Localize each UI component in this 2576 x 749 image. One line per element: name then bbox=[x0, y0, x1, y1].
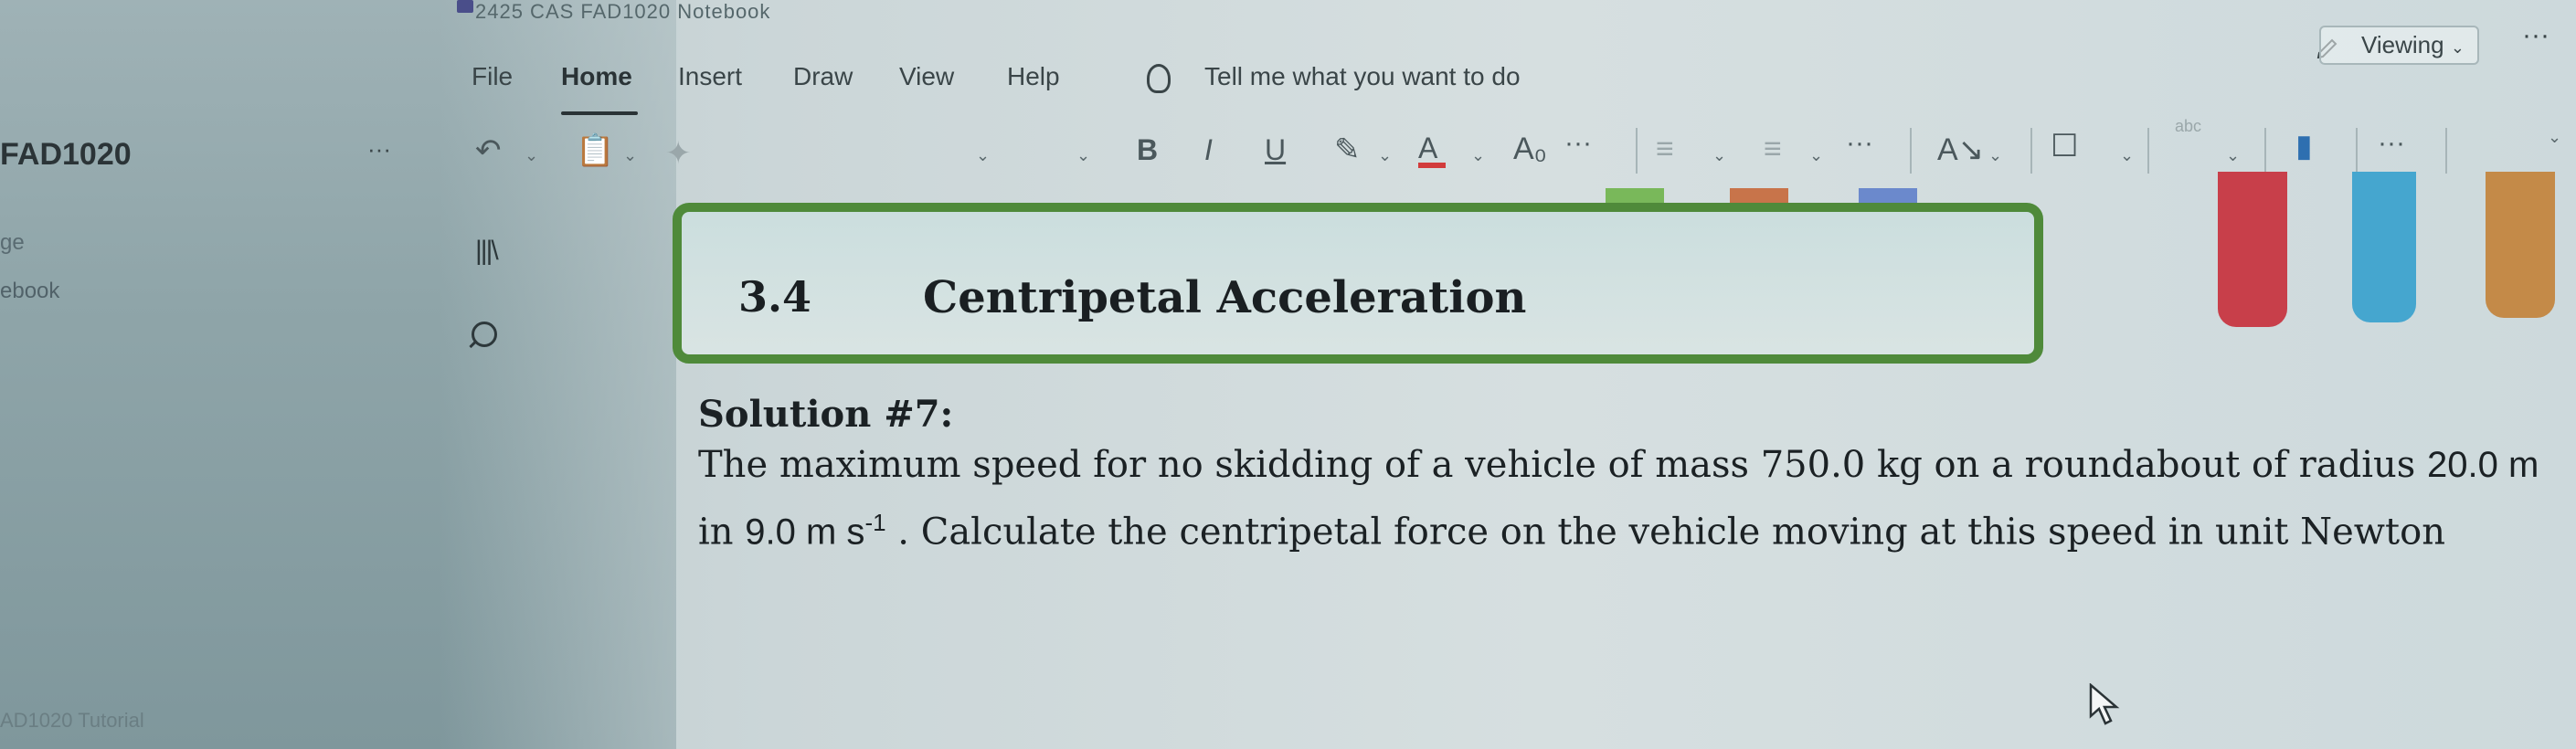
section-title: Centripetal Acceleration bbox=[923, 272, 1527, 323]
onenote-window: 2425 CAS FAD1020 Notebook FAD1020 ··· ge… bbox=[0, 0, 2576, 749]
chevron-down-icon[interactable]: ⌄ bbox=[1378, 146, 1392, 165]
menu-help[interactable]: Help bbox=[1007, 62, 1060, 91]
window-title: 2425 CAS FAD1020 Notebook bbox=[475, 0, 771, 23]
undo-icon[interactable]: ↶ bbox=[475, 132, 502, 169]
page-item[interactable]: AD1020 Tutorial bbox=[0, 709, 144, 733]
format-painter-icon[interactable]: ✦ bbox=[665, 135, 692, 172]
chevron-down-icon[interactable]: ⌄ bbox=[1809, 146, 1823, 165]
problem-text-part1: The maximum speed for no skidding of a v… bbox=[698, 444, 2428, 486]
font-size-dropdown-chevron[interactable]: ⌄ bbox=[1076, 146, 1090, 165]
speed-exponent: -1 bbox=[864, 509, 886, 536]
chevron-down-icon: ⌄ bbox=[2450, 38, 2465, 57]
italic-button[interactable]: I bbox=[1204, 133, 1213, 167]
red-highlighter-pen[interactable] bbox=[2218, 172, 2287, 327]
font-color-icon[interactable]: A bbox=[1418, 132, 1437, 165]
more-options-button[interactable]: ··· bbox=[2522, 20, 2549, 51]
tell-me-search[interactable]: Tell me what you want to do bbox=[1204, 62, 1521, 91]
chevron-down-icon[interactable]: ⌄ bbox=[1712, 146, 1726, 165]
paragraph-more-button[interactable]: ··· bbox=[1846, 128, 1873, 159]
chevron-down-icon[interactable]: ⌄ bbox=[2120, 146, 2134, 165]
active-tab-indicator bbox=[561, 111, 638, 115]
font-color-swatch bbox=[1418, 163, 1446, 168]
dictate-microphone-icon[interactable]: ▮ bbox=[2295, 128, 2313, 164]
solution-heading: Solution #7: bbox=[698, 393, 954, 436]
font-more-button[interactable]: ··· bbox=[1564, 128, 1592, 159]
ribbon-separator bbox=[1636, 128, 1638, 174]
menu-view[interactable]: View bbox=[899, 62, 954, 91]
ribbon-separator bbox=[2445, 128, 2447, 174]
menu-draw[interactable]: Draw bbox=[793, 62, 853, 91]
app-icon bbox=[457, 0, 473, 13]
viewing-mode-button[interactable]: Viewing ⌄ bbox=[2319, 26, 2479, 65]
section-number: 3.4 bbox=[738, 272, 812, 322]
menu-file[interactable]: File bbox=[472, 62, 513, 91]
ribbon-separator bbox=[2030, 128, 2032, 174]
numbering-icon[interactable]: ≡ bbox=[1764, 132, 1782, 167]
lightbulb-icon[interactable] bbox=[1147, 64, 1171, 93]
chevron-down-icon[interactable]: ⌄ bbox=[1471, 146, 1485, 165]
ribbon-separator bbox=[1910, 128, 1912, 174]
radius-value: 20.0 m bbox=[2427, 445, 2539, 485]
orange-highlighter-pen[interactable] bbox=[2486, 172, 2555, 318]
menu-insert[interactable]: Insert bbox=[678, 62, 742, 91]
clear-formatting-icon[interactable]: A₀ bbox=[1513, 132, 1547, 167]
problem-text[interactable]: The maximum speed for no skidding of a v… bbox=[698, 437, 2544, 561]
spelling-icon[interactable]: abc bbox=[2175, 117, 2201, 136]
chevron-down-icon[interactable]: ⌄ bbox=[1988, 146, 2002, 165]
notebook-more-button[interactable]: ··· bbox=[367, 135, 391, 164]
ribbon-more-button[interactable]: ··· bbox=[2378, 128, 2405, 159]
bold-button[interactable]: B bbox=[1137, 133, 1158, 167]
menu-home[interactable]: Home bbox=[561, 62, 632, 91]
highlight-icon[interactable]: ✎ bbox=[1334, 132, 1361, 168]
speed-value: 9.0 m s bbox=[745, 512, 865, 553]
library-icon[interactable]: |||\ bbox=[475, 236, 499, 267]
section-item[interactable]: ebook bbox=[0, 279, 59, 304]
viewing-label: Viewing bbox=[2361, 31, 2444, 58]
blue-highlighter-pen[interactable] bbox=[2352, 172, 2416, 322]
ribbon-separator bbox=[2264, 128, 2266, 174]
problem-text-in: in bbox=[698, 511, 746, 554]
notebook-name[interactable]: FAD1020 bbox=[0, 137, 132, 173]
styles-icon[interactable]: A↘ bbox=[1937, 132, 1984, 168]
tag-icon[interactable]: ☐ bbox=[2051, 128, 2078, 164]
underline-button[interactable]: U bbox=[1265, 133, 1286, 167]
font-dropdown-chevron[interactable]: ⌄ bbox=[976, 146, 990, 165]
mouse-cursor-icon bbox=[2089, 683, 2120, 725]
search-icon[interactable] bbox=[472, 322, 497, 347]
ribbon-separator bbox=[2356, 128, 2358, 174]
section-item[interactable]: ge bbox=[0, 230, 25, 256]
ribbon-separator bbox=[2147, 128, 2149, 174]
bullets-icon[interactable]: ≡ bbox=[1656, 132, 1674, 167]
ribbon-collapse-chevron[interactable]: ⌄ bbox=[2548, 128, 2561, 147]
chevron-down-icon[interactable]: ⌄ bbox=[2226, 146, 2240, 165]
chevron-down-icon[interactable]: ⌄ bbox=[623, 146, 637, 165]
paste-icon[interactable]: 📋 bbox=[576, 132, 614, 169]
problem-text-part2: . Calculate the centripetal force on the… bbox=[885, 511, 2445, 554]
chevron-down-icon[interactable]: ⌄ bbox=[525, 146, 538, 165]
